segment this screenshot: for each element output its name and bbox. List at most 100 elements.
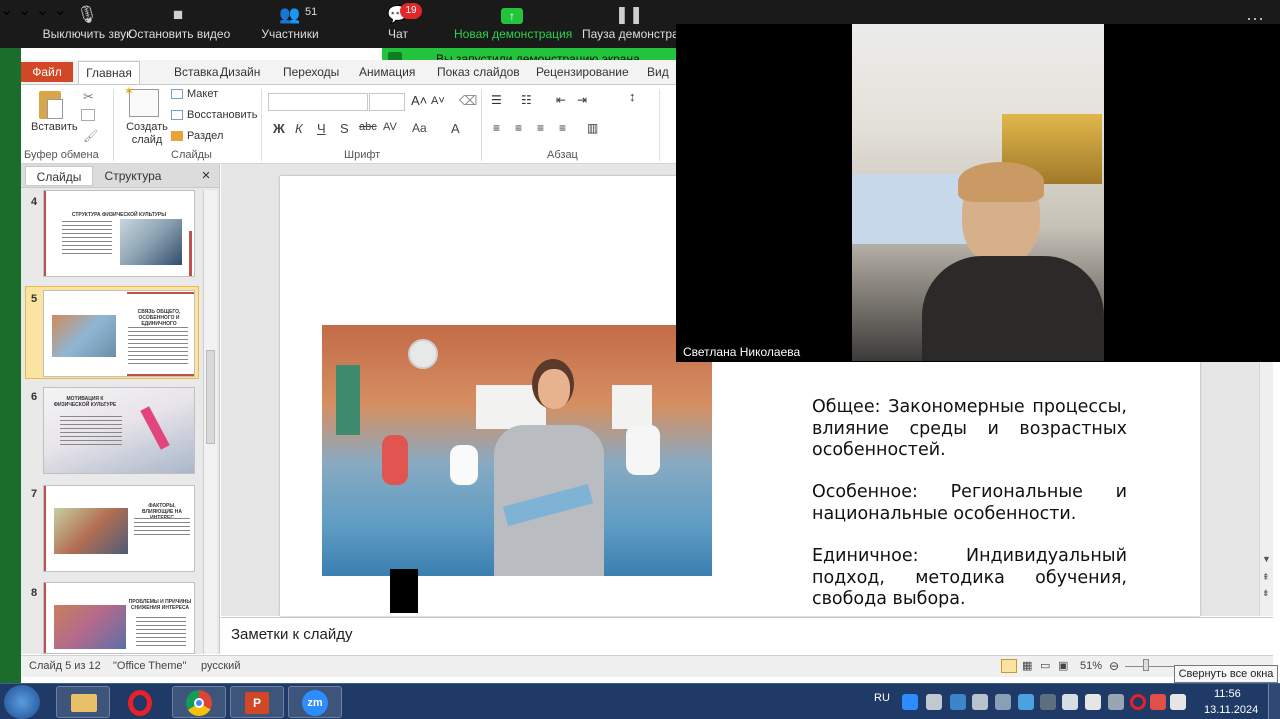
bullets-icon[interactable]: ☰ bbox=[491, 93, 502, 107]
close-panel-icon[interactable]: × bbox=[197, 166, 215, 186]
columns-icon[interactable]: ▥ bbox=[587, 121, 598, 135]
underline-button[interactable]: Ч bbox=[317, 121, 326, 136]
tray-icon[interactable] bbox=[1018, 694, 1034, 710]
slideshow-icon[interactable]: ▣ bbox=[1058, 659, 1068, 672]
new-slide-icon[interactable]: ✶ bbox=[124, 84, 159, 117]
tray-icon[interactable] bbox=[995, 694, 1011, 710]
zoom-level[interactable]: 51% bbox=[1080, 660, 1102, 672]
slide-thumbnail-8[interactable]: ПРОБЛЕМЫ И ПРИЧИНЫ СНИЖЕНИЯ ИНТЕРЕСА bbox=[43, 582, 195, 654]
section-button[interactable]: Раздел bbox=[187, 130, 223, 142]
tray-icon[interactable] bbox=[972, 694, 988, 710]
theme-name[interactable]: "Office Theme" bbox=[113, 660, 186, 672]
panel-scroll-thumb[interactable] bbox=[206, 350, 215, 444]
start-button[interactable] bbox=[4, 685, 40, 719]
slide-text-general[interactable]: Общее: Закономерные процессы, влияние ср… bbox=[812, 397, 1127, 462]
justify-icon[interactable]: ≡ bbox=[559, 121, 566, 135]
bold-button[interactable]: Ж bbox=[273, 121, 285, 136]
slide-thumbnail-6[interactable]: МОТИВАЦИЯ К ФИЗИЧЕСКОЙ КУЛЬТУРЕ bbox=[43, 387, 195, 474]
prev-slide-icon[interactable]: ⇞ bbox=[1262, 572, 1270, 583]
line-spacing-icon[interactable]: ↕ bbox=[629, 89, 636, 104]
tab-slideshow[interactable]: Показ слайдов bbox=[437, 60, 520, 84]
layout-button[interactable]: Макет bbox=[187, 88, 218, 100]
tab-review[interactable]: Рецензирование bbox=[536, 60, 629, 84]
shadow-button[interactable]: S bbox=[340, 121, 349, 136]
reset-button[interactable]: Восстановить bbox=[187, 109, 257, 121]
paste-icon[interactable] bbox=[35, 87, 67, 121]
shrink-font-icon[interactable]: A˅ bbox=[431, 95, 445, 107]
font-size-select[interactable] bbox=[369, 93, 405, 111]
font-family-select[interactable] bbox=[268, 93, 368, 111]
paste-button[interactable]: Вставить bbox=[31, 121, 78, 133]
spacing-button[interactable]: AV bbox=[383, 121, 397, 133]
tray-icon[interactable] bbox=[1040, 694, 1056, 710]
tab-animation[interactable]: Анимация bbox=[359, 60, 415, 84]
tab-outline[interactable]: Структура bbox=[97, 166, 169, 186]
clear-format-icon[interactable]: ⌫ bbox=[459, 93, 477, 109]
mute-button[interactable]: 🎙 Выключить звук bbox=[30, 0, 144, 48]
show-desktop-button[interactable] bbox=[1268, 684, 1280, 719]
zoom-out-icon[interactable]: ⊖ bbox=[1109, 659, 1119, 673]
normal-view-icon[interactable] bbox=[1001, 659, 1017, 673]
taskbar-chrome[interactable] bbox=[172, 686, 226, 718]
panel-scrollbar[interactable] bbox=[203, 190, 217, 654]
italic-button[interactable]: К bbox=[295, 121, 303, 136]
language-indicator[interactable]: русский bbox=[201, 660, 240, 672]
network-icon[interactable] bbox=[1062, 694, 1078, 710]
tray-icon[interactable] bbox=[1170, 694, 1186, 710]
scroll-down-icon[interactable]: ▼ bbox=[1262, 554, 1271, 564]
input-language[interactable]: RU bbox=[874, 692, 890, 704]
window-edge bbox=[0, 48, 21, 688]
slide-sorter-icon[interactable]: ▦ bbox=[1022, 659, 1032, 672]
change-case-button[interactable]: Aa bbox=[412, 121, 427, 135]
tab-slides[interactable]: Слайды bbox=[25, 166, 93, 186]
slide-text-single[interactable]: Единичное: Индивидуальный подход, методи… bbox=[812, 546, 1127, 611]
tab-view[interactable]: Вид bbox=[647, 60, 669, 84]
slide-thumbnail-4[interactable]: СТРУКТУРА ФИЗИЧЕСКОЙ КУЛЬТУРЫ bbox=[43, 190, 195, 277]
increase-indent-icon[interactable]: ⇥ bbox=[577, 93, 587, 107]
numbering-icon[interactable]: ☷ bbox=[521, 93, 532, 107]
tray-icon[interactable] bbox=[1108, 694, 1124, 710]
new-slide-button[interactable]: Создать слайд bbox=[124, 121, 170, 147]
font-color-button[interactable]: A bbox=[451, 121, 460, 136]
tray-icon[interactable] bbox=[926, 694, 942, 710]
grow-font-icon[interactable]: A˄ bbox=[411, 93, 427, 108]
copy-icon[interactable] bbox=[81, 109, 95, 121]
chevron-down-icon[interactable]: ⌄ bbox=[0, 2, 13, 19]
slide-thumbnail-7[interactable]: ФАКТОРЫ, ВЛИЯЮЩИЕ НА ИНТЕРЕС bbox=[43, 485, 195, 572]
align-left-icon[interactable]: ≡ bbox=[493, 121, 500, 135]
opera-tray-icon[interactable] bbox=[1130, 694, 1146, 710]
clock-time[interactable]: 11:56 bbox=[1214, 688, 1241, 700]
zoom-slider-thumb[interactable] bbox=[1143, 659, 1149, 671]
stop-video-button[interactable]: ■ Остановить видео bbox=[128, 0, 230, 48]
clock-date[interactable]: 13.11.2024 bbox=[1204, 704, 1258, 716]
pause-share-button[interactable]: ❚❚ Пауза демонстрации bbox=[582, 0, 676, 48]
tab-file[interactable]: Файл bbox=[21, 62, 73, 82]
tab-design[interactable]: Дизайн bbox=[220, 60, 260, 84]
reading-view-icon[interactable]: ▭ bbox=[1040, 659, 1050, 672]
speaker-hair bbox=[958, 162, 1044, 202]
align-right-icon[interactable]: ≡ bbox=[537, 121, 544, 135]
taskbar-explorer[interactable] bbox=[56, 686, 110, 718]
zoom-tray-icon[interactable] bbox=[902, 694, 918, 710]
tab-transitions[interactable]: Переходы bbox=[283, 60, 339, 84]
tab-insert[interactable]: Вставка bbox=[174, 60, 219, 84]
new-share-button[interactable]: ↑ Новая демонстрация bbox=[454, 0, 572, 48]
slide-photo[interactable] bbox=[322, 325, 712, 576]
taskbar-powerpoint[interactable]: P bbox=[230, 686, 284, 718]
decrease-indent-icon[interactable]: ⇤ bbox=[556, 93, 566, 107]
participants-count: 51 bbox=[305, 6, 318, 18]
tray-icon[interactable] bbox=[950, 694, 966, 710]
tray-icon[interactable] bbox=[1150, 694, 1166, 710]
cut-icon[interactable]: ✂ bbox=[83, 89, 94, 105]
align-center-icon[interactable]: ≡ bbox=[515, 121, 522, 135]
slide-text-special[interactable]: Особенное: Региональные и национальные о… bbox=[812, 482, 1127, 525]
taskbar-opera[interactable] bbox=[114, 686, 168, 718]
notes-pane[interactable]: Заметки к слайду bbox=[221, 617, 1273, 655]
volume-icon[interactable] bbox=[1085, 694, 1101, 710]
next-slide-icon[interactable]: ⇟ bbox=[1262, 588, 1270, 599]
taskbar-zoom[interactable]: zm bbox=[288, 686, 342, 718]
slide-thumbnail-5[interactable]: СВЯЗЬ ОБЩЕГО, ОСОБЕННОГО И ЕДИНИЧНОГО bbox=[43, 290, 195, 377]
tab-home[interactable]: Главная bbox=[78, 61, 140, 85]
strikethrough-button[interactable]: abc bbox=[359, 121, 377, 133]
format-painter-icon[interactable]: 🖌 bbox=[83, 129, 98, 143]
